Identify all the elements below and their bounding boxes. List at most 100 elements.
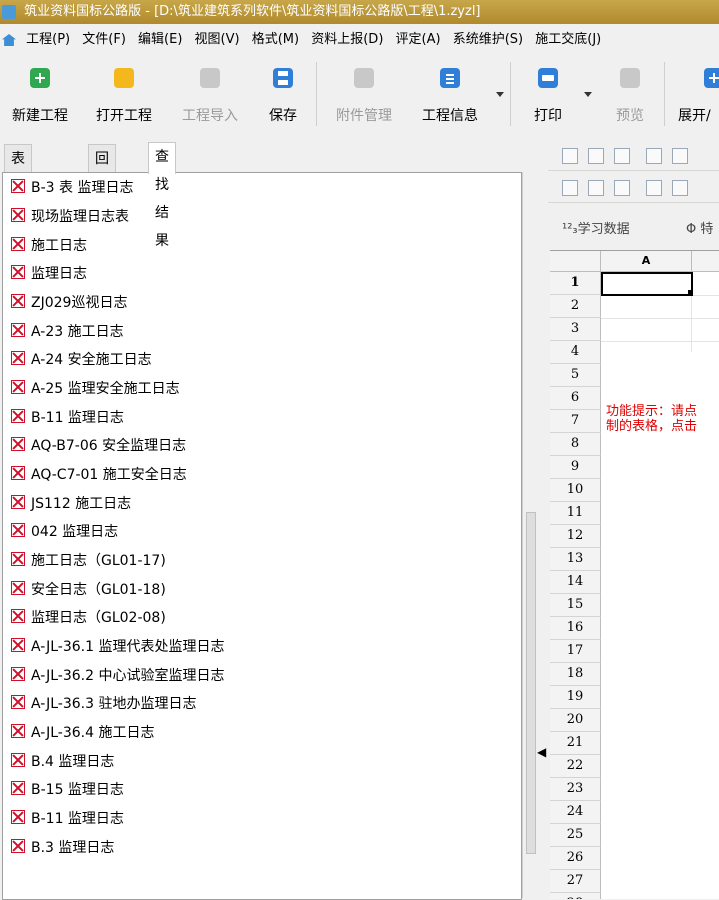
row-header[interactable]: 5: [550, 364, 601, 387]
row-header[interactable]: 28: [550, 893, 601, 899]
corner-header[interactable]: [550, 251, 601, 272]
undo-icon[interactable]: [646, 148, 662, 164]
new-project-button[interactable]: 新建工程: [0, 56, 80, 132]
project-info-button[interactable]: 工程信息: [410, 56, 490, 132]
paste-icon[interactable]: [614, 148, 630, 164]
column-header-a[interactable]: A: [601, 251, 692, 272]
selected-cell-a1[interactable]: [601, 272, 693, 296]
list-item[interactable]: B-11 监理日志: [11, 808, 124, 830]
home-icon: [2, 34, 16, 46]
list-item[interactable]: AQ-C7-01 施工安全日志: [11, 464, 187, 486]
menu-file[interactable]: 文件(F): [78, 28, 130, 52]
insert-row-icon[interactable]: [562, 180, 578, 196]
row-header[interactable]: 13: [550, 548, 601, 571]
list-item[interactable]: 042 监理日志: [11, 521, 118, 543]
attachments-button[interactable]: 附件管理: [324, 56, 404, 132]
align-icon[interactable]: [672, 180, 688, 196]
error-x-icon: [11, 466, 25, 480]
list-item[interactable]: B-11 监理日志: [11, 407, 124, 429]
redo-icon[interactable]: [672, 148, 688, 164]
learn-data-button[interactable]: ¹²₃学习数据: [562, 218, 630, 237]
list-item[interactable]: 监理日志（GL02-08): [11, 607, 166, 629]
list-item[interactable]: A-JL-36.2 中心试验室监理日志: [11, 665, 224, 687]
print-dropdown-icon[interactable]: [584, 92, 592, 97]
menu-report[interactable]: 资料上报(D): [307, 28, 387, 52]
list-item[interactable]: A-JL-36.1 监理代表处监理日志: [11, 636, 224, 658]
split-cells-icon[interactable]: [646, 180, 662, 196]
collapse-panel-arrow-icon[interactable]: ◀: [537, 745, 546, 759]
list-item[interactable]: A-25 监理安全施工日志: [11, 378, 180, 400]
list-item[interactable]: B.4 监理日志: [11, 751, 114, 773]
list-scrollbar[interactable]: [522, 172, 537, 898]
list-item[interactable]: JS112 施工日志: [11, 493, 131, 515]
row-header[interactable]: 24: [550, 801, 601, 824]
row-header[interactable]: 8: [550, 433, 601, 456]
expand-button[interactable]: 展开/: [674, 56, 719, 132]
list-item[interactable]: 监理日志: [11, 263, 87, 285]
row-header[interactable]: 3: [550, 318, 601, 341]
list-item[interactable]: AQ-B7-06 安全监理日志: [11, 435, 186, 457]
row-header[interactable]: 18: [550, 663, 601, 686]
list-item[interactable]: B-3 表 监理日志: [11, 177, 133, 199]
row-header[interactable]: 27: [550, 870, 601, 893]
row-header[interactable]: 11: [550, 502, 601, 525]
menu-project[interactable]: 工程(P): [22, 28, 74, 52]
row-header[interactable]: 26: [550, 847, 601, 870]
open-project-button[interactable]: 打开工程: [84, 56, 164, 132]
row-header[interactable]: 16: [550, 617, 601, 640]
merge-cells-icon[interactable]: [588, 180, 604, 196]
row-header[interactable]: 19: [550, 686, 601, 709]
menu-construction[interactable]: 施工交底(J): [531, 28, 605, 52]
row-header[interactable]: 1: [550, 272, 601, 295]
row-header[interactable]: 21: [550, 732, 601, 755]
menu-view[interactable]: 视图(V): [191, 28, 244, 52]
copy-icon[interactable]: [562, 148, 578, 164]
project-info-dropdown-icon[interactable]: [496, 92, 504, 97]
row-header[interactable]: 20: [550, 709, 601, 732]
insert-column-icon[interactable]: [614, 180, 630, 196]
row-header[interactable]: 14: [550, 571, 601, 594]
list-item[interactable]: 施工日志: [11, 235, 87, 257]
list-item[interactable]: B.3 监理日志: [11, 837, 114, 859]
fill-handle[interactable]: [688, 290, 693, 295]
error-x-icon: [11, 380, 25, 394]
tab-table-directory[interactable]: 表格目录: [4, 144, 32, 251]
menu-evaluate[interactable]: 评定(A): [392, 28, 445, 52]
menu-format[interactable]: 格式(M): [248, 28, 303, 52]
list-item[interactable]: ZJ029巡视日志: [11, 292, 127, 314]
row-header[interactable]: 23: [550, 778, 601, 801]
special-char-button[interactable]: Φ 特: [686, 218, 713, 237]
tab-recycle-bin[interactable]: 回收站: [88, 144, 116, 223]
menu-maintenance[interactable]: 系统维护(S): [449, 28, 527, 52]
menu-edit[interactable]: 编辑(E): [134, 28, 186, 52]
list-item[interactable]: A-JL-36.4 施工日志: [11, 722, 154, 744]
row-header[interactable]: 6: [550, 387, 601, 410]
row-header[interactable]: 10: [550, 479, 601, 502]
list-item[interactable]: 施工日志（GL01-17): [11, 550, 166, 572]
row-header[interactable]: 12: [550, 525, 601, 548]
list-item[interactable]: A-23 施工日志: [11, 321, 124, 343]
save-button[interactable]: 保存: [256, 56, 310, 132]
row-header[interactable]: 9: [550, 456, 601, 479]
list-item[interactable]: 安全日志（GL01-18): [11, 579, 166, 601]
row-header[interactable]: 2: [550, 295, 601, 318]
column-header-b[interactable]: [692, 251, 719, 272]
row-header[interactable]: 4: [550, 341, 601, 364]
list-item[interactable]: 现场监理日志表: [11, 206, 129, 228]
row-header[interactable]: 7: [550, 410, 601, 433]
tab-search-results[interactable]: 查找结果: [148, 142, 176, 249]
row-header[interactable]: 22: [550, 755, 601, 778]
cut-icon[interactable]: [588, 148, 604, 164]
spreadsheet-grid[interactable]: A 1 2 3 4 5 6 7 8 9 10 11 12 13 14 15 16…: [550, 250, 719, 899]
preview-button[interactable]: 预览: [602, 56, 658, 132]
list-item[interactable]: A-JL-36.3 驻地办监理日志: [11, 693, 196, 715]
row-header[interactable]: 17: [550, 640, 601, 663]
print-button[interactable]: 打印: [520, 56, 576, 132]
row-header[interactable]: 15: [550, 594, 601, 617]
error-x-icon: [11, 695, 25, 709]
import-project-button[interactable]: 工程导入: [170, 56, 250, 132]
list-item[interactable]: B-15 监理日志: [11, 779, 124, 801]
list-item[interactable]: A-24 安全施工日志: [11, 349, 152, 371]
scrollbar-thumb[interactable]: [526, 512, 536, 854]
row-header[interactable]: 25: [550, 824, 601, 847]
